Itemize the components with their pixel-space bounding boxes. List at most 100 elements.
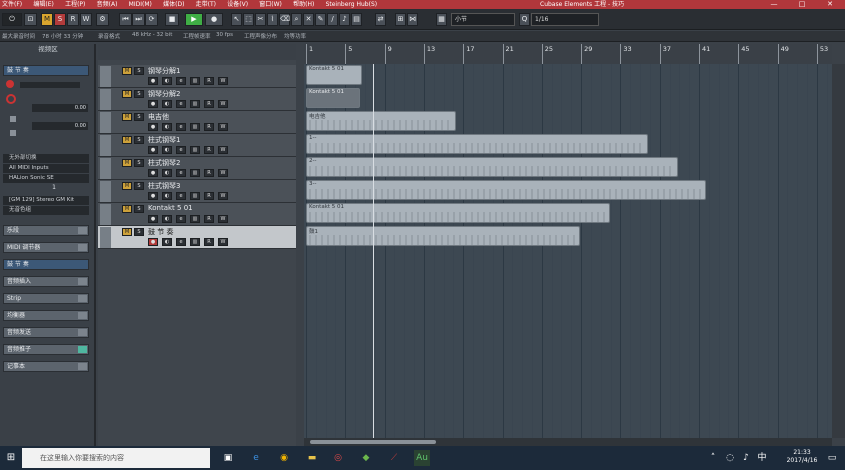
project-area[interactable]: Kontakt 5 01 Kontakt 5 01 电吉他 1-- 2-- 3-- Kont… bbox=[304, 64, 832, 438]
track-color-strip[interactable] bbox=[100, 227, 111, 248]
track-monitor-icon[interactable]: ◐ bbox=[162, 215, 172, 223]
track-row[interactable]: M S 钢琴分解1 ● ◐ e ▥ R W bbox=[98, 65, 296, 88]
clock[interactable]: 21:33 2017/4/16 bbox=[782, 449, 822, 465]
line-icon[interactable]: / bbox=[327, 13, 338, 26]
track-instrument-icon[interactable]: ▥ bbox=[190, 238, 200, 246]
midi-part[interactable]: Kontakt 5 01 bbox=[306, 203, 610, 223]
app-icon[interactable]: ◆ bbox=[358, 450, 374, 466]
section-eq[interactable]: 均衡器 bbox=[3, 310, 89, 321]
track-name[interactable]: 柱式钢琴1 bbox=[148, 135, 180, 145]
track-write-icon[interactable]: W bbox=[218, 169, 228, 177]
horizontal-scroll-thumb[interactable] bbox=[310, 440, 436, 444]
section-toggle-icon[interactable] bbox=[78, 312, 87, 319]
ruler-bar-label[interactable]: 29 bbox=[581, 44, 620, 64]
section-segments[interactable]: 乐段 bbox=[3, 225, 89, 236]
midi-channel[interactable]: 1 bbox=[44, 184, 64, 192]
task-view-icon[interactable]: ▣ bbox=[220, 450, 236, 466]
ruler-bar-label[interactable]: 25 bbox=[541, 44, 581, 64]
object-select-icon[interactable]: ↖ bbox=[231, 13, 242, 26]
menu-media[interactable]: 媒体(D) bbox=[163, 0, 184, 9]
section-toggle-icon[interactable] bbox=[78, 295, 87, 302]
monitor-icon[interactable] bbox=[6, 94, 16, 104]
track-solo-button[interactable]: S bbox=[134, 228, 144, 236]
track-monitor-icon[interactable]: ◐ bbox=[162, 123, 172, 131]
track-row[interactable]: M S 柱式钢琴1 ● ◐ e ▥ R W bbox=[98, 134, 296, 157]
menu-edit[interactable]: 编辑(E) bbox=[33, 0, 53, 9]
track-write-icon[interactable]: W bbox=[218, 215, 228, 223]
track-solo-button[interactable]: S bbox=[134, 90, 144, 98]
color-tool-icon[interactable]: ▤ bbox=[351, 13, 362, 26]
track-read-icon[interactable]: R bbox=[204, 169, 214, 177]
ruler-bar-label[interactable]: 33 bbox=[620, 44, 659, 64]
snap-mode-icon[interactable]: ⋈ bbox=[407, 13, 418, 26]
track-monitor-icon[interactable]: ◐ bbox=[162, 192, 172, 200]
midi-input[interactable]: All MIDI Inputs bbox=[3, 164, 89, 173]
volume-tray-icon[interactable]: ♪ bbox=[738, 450, 754, 466]
section-midi-modifiers[interactable]: MIDI 调节器 bbox=[3, 242, 89, 253]
track-record-icon[interactable]: ● bbox=[148, 146, 158, 154]
quantize-icon[interactable]: Q bbox=[519, 13, 530, 26]
ruler-bar-label[interactable]: 5 bbox=[345, 44, 384, 64]
track-name[interactable]: 柱式钢琴2 bbox=[148, 158, 180, 168]
section-toggle-icon[interactable] bbox=[78, 346, 87, 353]
section-fader[interactable]: 音频推子 bbox=[3, 344, 89, 355]
track-record-icon[interactable]: ● bbox=[148, 169, 158, 177]
track-solo-button[interactable]: S bbox=[134, 113, 144, 121]
pan-value[interactable]: 0.00 bbox=[32, 122, 88, 130]
browser-icon[interactable]: ◉ bbox=[276, 450, 292, 466]
auto-scroll-icon[interactable]: ⇄ bbox=[375, 13, 386, 26]
track-record-icon[interactable]: ● bbox=[148, 77, 158, 85]
track-read-icon[interactable]: R bbox=[204, 215, 214, 223]
section-strip[interactable]: Strip bbox=[3, 293, 89, 304]
track-solo-button[interactable]: S bbox=[134, 136, 144, 144]
track-mute-button[interactable]: M bbox=[122, 228, 132, 236]
project-cursor[interactable] bbox=[373, 64, 374, 438]
input-routing[interactable]: 无外部切换 bbox=[3, 154, 89, 163]
track-read-icon[interactable]: R bbox=[204, 238, 214, 246]
stop-icon[interactable]: ■ bbox=[165, 13, 179, 26]
cycle-icon[interactable]: ⟳ bbox=[145, 13, 158, 26]
track-color-strip[interactable] bbox=[100, 204, 111, 225]
track-row[interactable]: M S 柱式钢琴3 ● ◐ e ▥ R W bbox=[98, 180, 296, 203]
menu-project[interactable]: 工程(P) bbox=[65, 0, 85, 9]
track-write-icon[interactable]: W bbox=[218, 192, 228, 200]
track-instrument-icon[interactable]: ▥ bbox=[190, 192, 200, 200]
netease-music-icon[interactable]: ◎ bbox=[330, 450, 346, 466]
section-toggle-icon[interactable] bbox=[78, 363, 87, 370]
track-color-strip[interactable] bbox=[100, 158, 111, 179]
track-instrument-icon[interactable]: ▥ bbox=[190, 146, 200, 154]
track-instrument-icon[interactable]: ▥ bbox=[190, 77, 200, 85]
midi-part[interactable]: 1-- bbox=[306, 134, 648, 154]
track-instrument-icon[interactable]: ▥ bbox=[190, 123, 200, 131]
track-edit-icon[interactable]: e bbox=[176, 77, 186, 85]
edge-browser-icon[interactable]: e bbox=[248, 450, 264, 466]
track-monitor-icon[interactable]: ◐ bbox=[162, 100, 172, 108]
volume-slider[interactable] bbox=[20, 82, 80, 88]
ruler-bar-label[interactable]: 9 bbox=[384, 44, 424, 64]
track-write-icon[interactable]: W bbox=[218, 77, 228, 85]
close-button[interactable]: ✕ bbox=[816, 0, 844, 9]
track-name[interactable]: 柱式钢琴3 bbox=[148, 181, 180, 191]
notification-icon[interactable]: ▭ bbox=[824, 450, 840, 466]
track-edit-icon[interactable]: e bbox=[176, 123, 186, 131]
track-write-icon[interactable]: W bbox=[218, 100, 228, 108]
menu-midi[interactable]: MIDI(M) bbox=[129, 0, 152, 9]
midi-part[interactable]: Kontakt 5 01 bbox=[306, 65, 362, 85]
file-explorer-icon[interactable]: ▬ bbox=[304, 450, 320, 466]
ruler-bar-label[interactable]: 21 bbox=[502, 44, 542, 64]
track-mute-button[interactable]: M bbox=[122, 113, 132, 121]
midi-part[interactable]: Kontakt 5 01 bbox=[306, 88, 360, 108]
zoom-icon[interactable]: ⌕ bbox=[291, 13, 302, 26]
track-read-icon[interactable]: R bbox=[204, 77, 214, 85]
track-edit-icon[interactable]: e bbox=[176, 238, 186, 246]
track-write-icon[interactable]: W bbox=[218, 238, 228, 246]
snap-type-dropdown[interactable]: 小节 bbox=[451, 13, 515, 26]
ruler-bar-label[interactable]: 53 bbox=[816, 44, 845, 64]
track-mute-button[interactable]: M bbox=[122, 205, 132, 213]
section-toggle-icon[interactable] bbox=[78, 227, 87, 234]
track-mute-button[interactable]: M bbox=[122, 90, 132, 98]
track-read-icon[interactable]: R bbox=[204, 192, 214, 200]
track-record-icon[interactable]: ● bbox=[148, 192, 158, 200]
constrain-delay-icon[interactable]: ⊡ bbox=[24, 13, 37, 26]
menu-audio[interactable]: 音频(A) bbox=[97, 0, 118, 9]
